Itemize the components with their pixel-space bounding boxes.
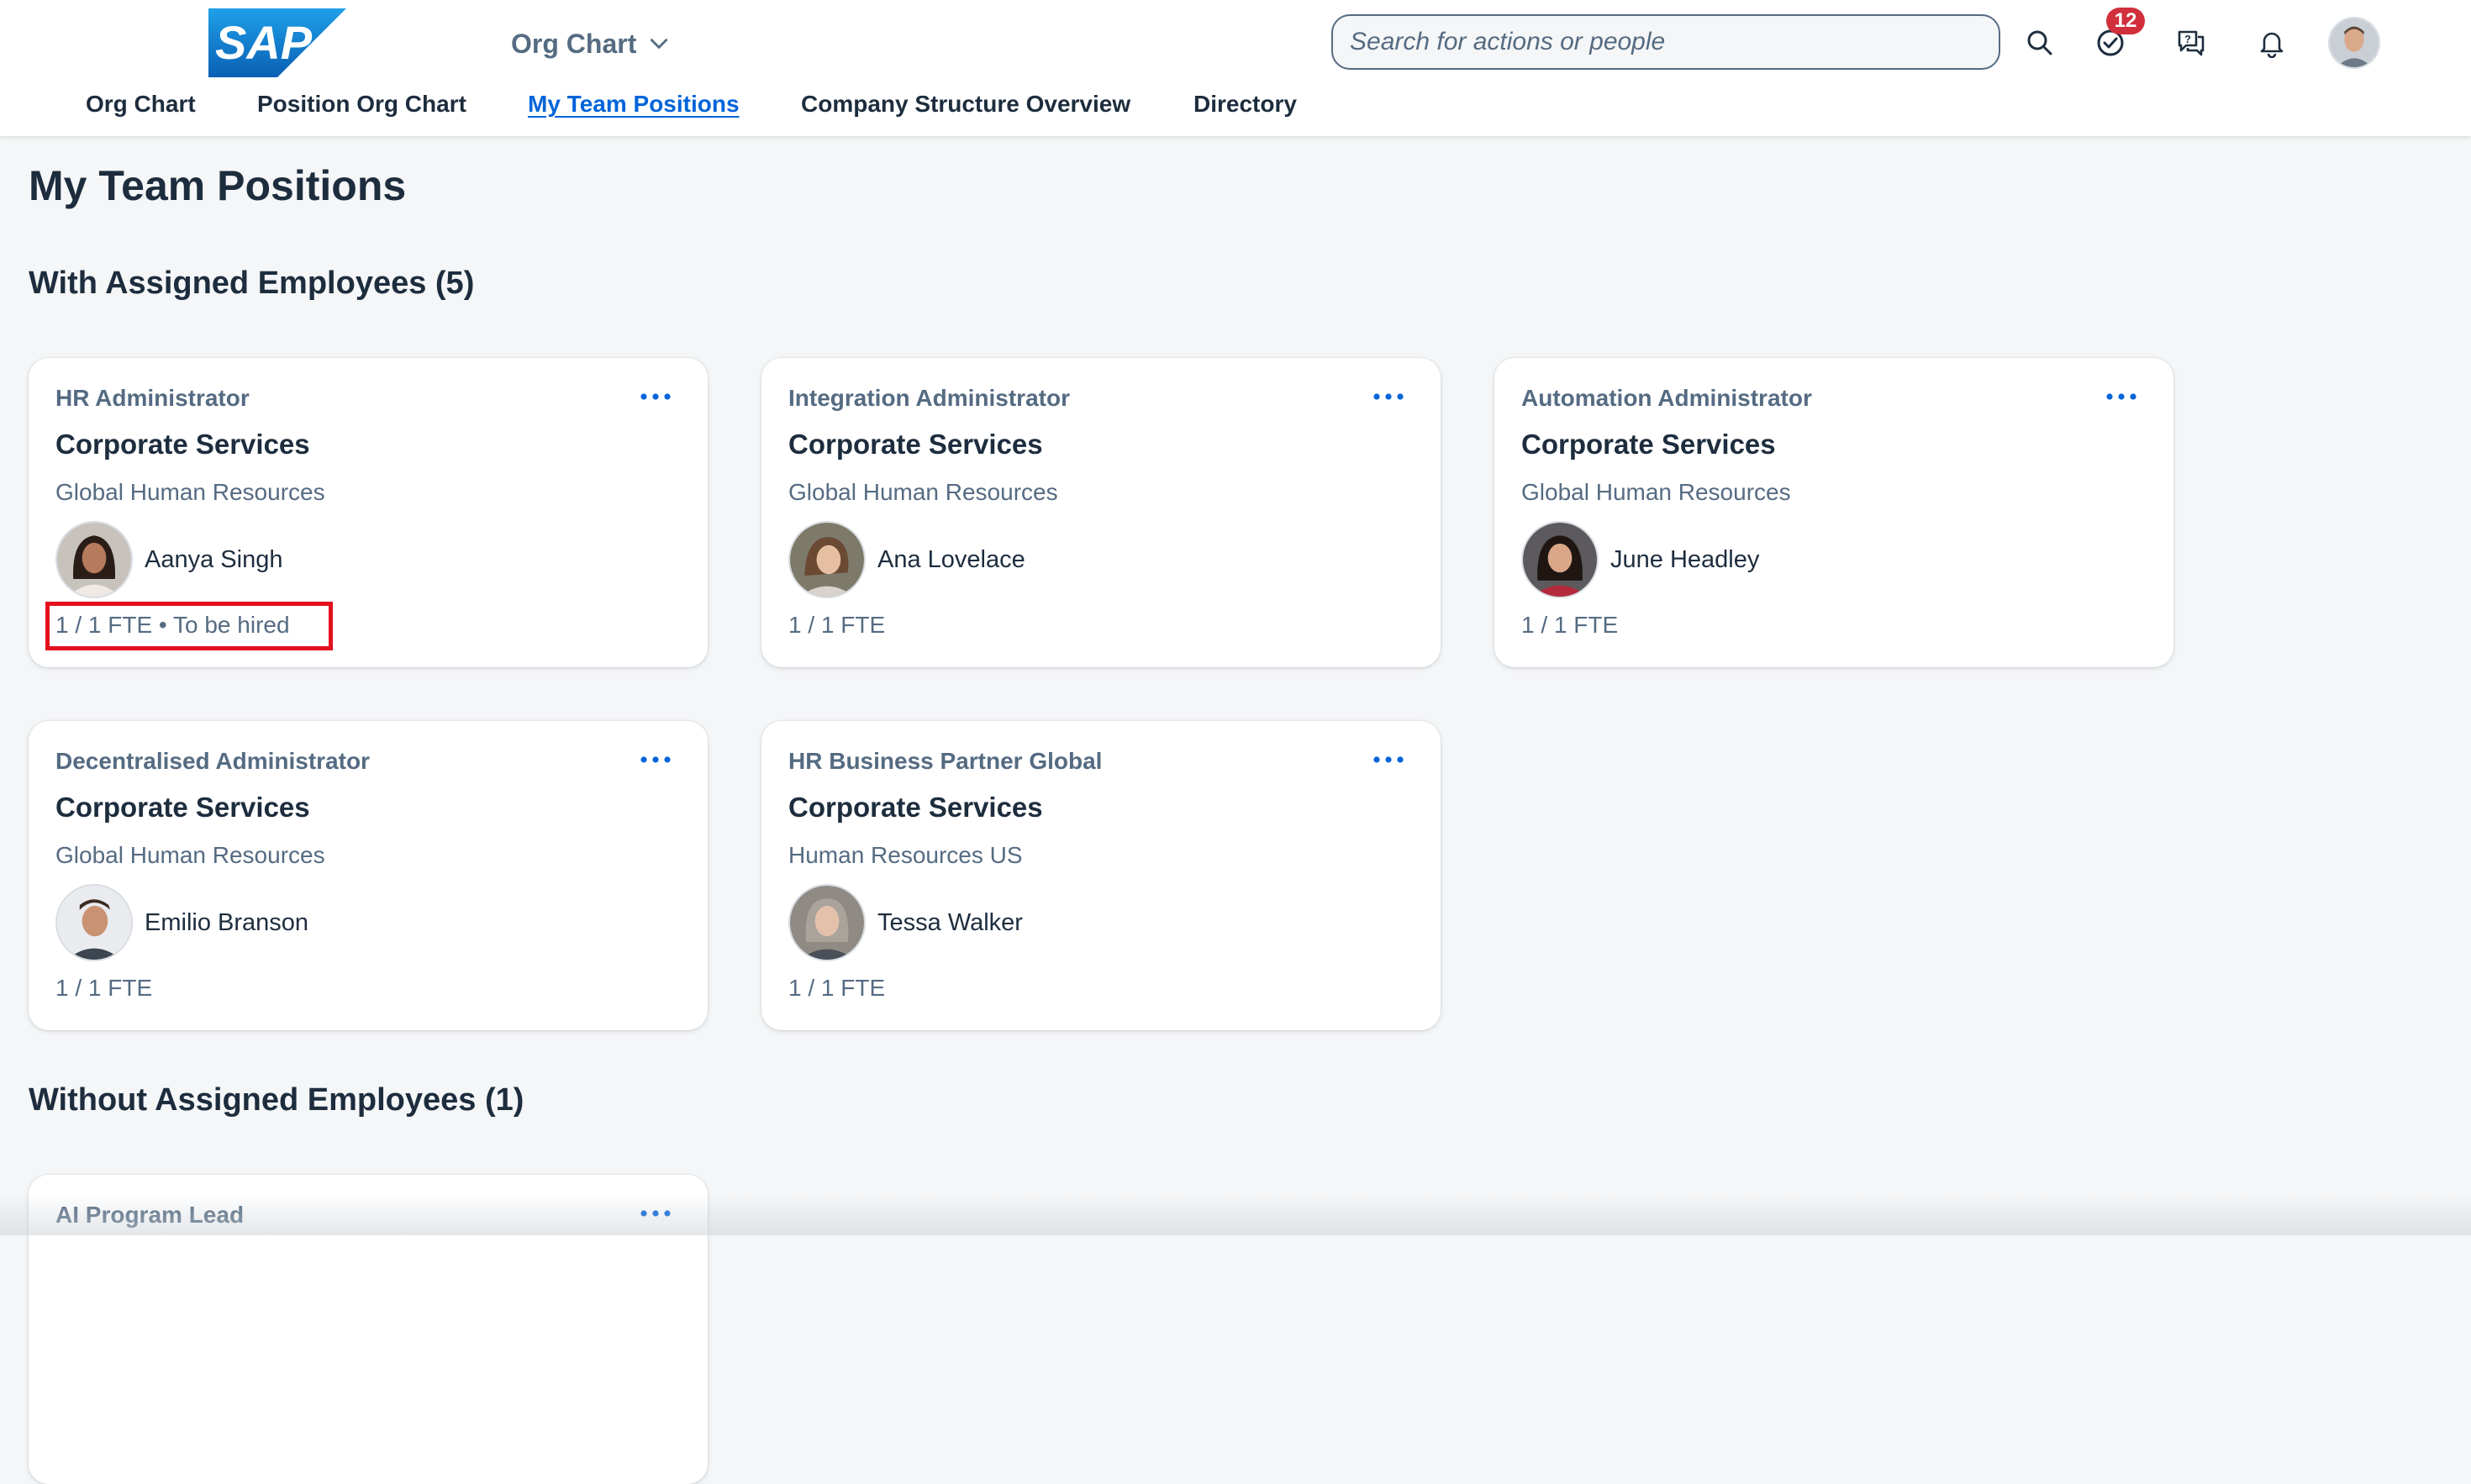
overflow-dots-icon	[1373, 756, 1404, 763]
company-name: Corporate Services	[788, 792, 1043, 823]
department-name: Global Human Resources	[1521, 479, 1791, 505]
search-input[interactable]	[1331, 14, 2000, 70]
company-name: Corporate Services	[788, 429, 1043, 460]
tab-company-structure-overview[interactable]: Company Structure Overview	[801, 91, 1130, 118]
fte-status: 1 / 1 FTE	[788, 612, 886, 638]
position-card[interactable]: HR Business Partner Global Corporate Ser…	[761, 721, 1441, 1030]
help-chat-button[interactable]: ?	[2165, 17, 2217, 69]
overflow-dots-icon	[640, 393, 671, 400]
chat-help-icon: ?	[2178, 30, 2205, 56]
section-title-without-employees: Without Assigned Employees (1)	[29, 1082, 524, 1118]
shell-bar: SAP Org Chart 12 ?	[0, 0, 2471, 136]
employee-avatar	[1521, 521, 1599, 598]
more-options-button[interactable]	[1363, 741, 1414, 778]
assigned-employee[interactable]: Tessa Walker	[788, 884, 1023, 961]
employee-photo	[790, 523, 864, 597]
overflow-dots-icon	[2106, 393, 2136, 400]
employee-photo	[790, 886, 864, 960]
chevron-down-icon	[651, 39, 668, 50]
department-name: Global Human Resources	[55, 479, 325, 505]
employee-name: Emilio Branson	[145, 908, 309, 936]
assigned-employee[interactable]: June Headley	[1521, 521, 1759, 598]
fte-status: 1 / 1 FTE	[1521, 612, 1619, 638]
assigned-employee[interactable]: Ana Lovelace	[788, 521, 1025, 598]
position-title: HR Administrator	[55, 385, 250, 411]
more-options-button[interactable]	[630, 1195, 681, 1232]
employee-name: June Headley	[1610, 545, 1760, 573]
bell-icon	[2260, 32, 2284, 58]
position-title: Decentralised Administrator	[55, 748, 370, 774]
employee-avatar	[55, 884, 133, 961]
overflow-dots-icon	[1373, 393, 1404, 400]
tab-my-team-positions[interactable]: My Team Positions	[528, 91, 740, 118]
more-options-button[interactable]	[1363, 378, 1414, 415]
navigation-tabs: Org Chart Position Org Chart My Team Pos…	[0, 91, 2471, 134]
employee-photo	[57, 886, 131, 960]
position-card[interactable]: Integration Administrator Corporate Serv…	[761, 358, 1441, 667]
position-title: AI Program Lead	[55, 1202, 245, 1228]
section-title-with-employees: With Assigned Employees (5)	[29, 266, 475, 301]
company-name: Corporate Services	[1521, 429, 1776, 460]
employee-avatar	[55, 521, 133, 598]
more-options-button[interactable]	[630, 378, 681, 415]
user-photo	[2330, 18, 2379, 67]
employee-name: Aanya Singh	[145, 545, 283, 573]
position-card[interactable]: AI Program Lead	[29, 1175, 708, 1484]
department-name: Global Human Resources	[788, 479, 1058, 505]
notifications-button[interactable]	[2246, 17, 2298, 69]
position-card[interactable]: Decentralised Administrator Corporate Se…	[29, 721, 708, 1030]
svg-text:SAP: SAP	[215, 16, 313, 69]
position-title: Automation Administrator	[1521, 385, 1812, 411]
more-options-button[interactable]	[2096, 378, 2147, 415]
position-card[interactable]: HR Administrator Corporate Services Glob…	[29, 358, 708, 667]
position-card[interactable]: Automation Administrator Corporate Servi…	[1494, 358, 2173, 667]
search-button[interactable]	[2014, 17, 2066, 69]
position-title: HR Business Partner Global	[788, 748, 1103, 774]
company-name: Corporate Services	[55, 429, 310, 460]
more-options-button[interactable]	[630, 741, 681, 778]
employee-name: Ana Lovelace	[877, 545, 1025, 573]
fte-status: 1 / 1 FTE	[55, 975, 153, 1001]
employee-name: Tessa Walker	[877, 908, 1023, 936]
tab-directory[interactable]: Directory	[1193, 91, 1297, 118]
position-title: Integration Administrator	[788, 385, 1070, 411]
sap-logo[interactable]: SAP	[208, 8, 346, 77]
overflow-dots-icon	[640, 1210, 671, 1217]
tab-org-chart[interactable]: Org Chart	[86, 91, 196, 118]
employee-avatar	[788, 521, 866, 598]
employee-avatar	[788, 884, 866, 961]
employee-photo	[57, 523, 131, 597]
company-name: Corporate Services	[55, 792, 310, 823]
employee-photo	[1523, 523, 1597, 597]
department-name: Human Resources US	[788, 842, 1023, 868]
app-title: Org Chart	[511, 28, 637, 59]
overflow-dots-icon	[640, 756, 671, 763]
fte-status: 1 / 1 FTE • To be hired	[55, 612, 290, 638]
tab-position-org-chart[interactable]: Position Org Chart	[257, 91, 466, 118]
fte-status: 1 / 1 FTE	[788, 975, 886, 1001]
tasks-count-badge: 12	[2106, 8, 2145, 34]
user-avatar[interactable]	[2328, 17, 2380, 69]
svg-text:?: ?	[2184, 33, 2191, 45]
department-name: Global Human Resources	[55, 842, 325, 868]
assigned-employee[interactable]: Aanya Singh	[55, 521, 282, 598]
search-icon	[2027, 30, 2052, 55]
page-title: My Team Positions	[29, 162, 407, 209]
app-title-menu[interactable]: Org Chart	[511, 24, 670, 64]
assigned-employee[interactable]: Emilio Branson	[55, 884, 308, 961]
